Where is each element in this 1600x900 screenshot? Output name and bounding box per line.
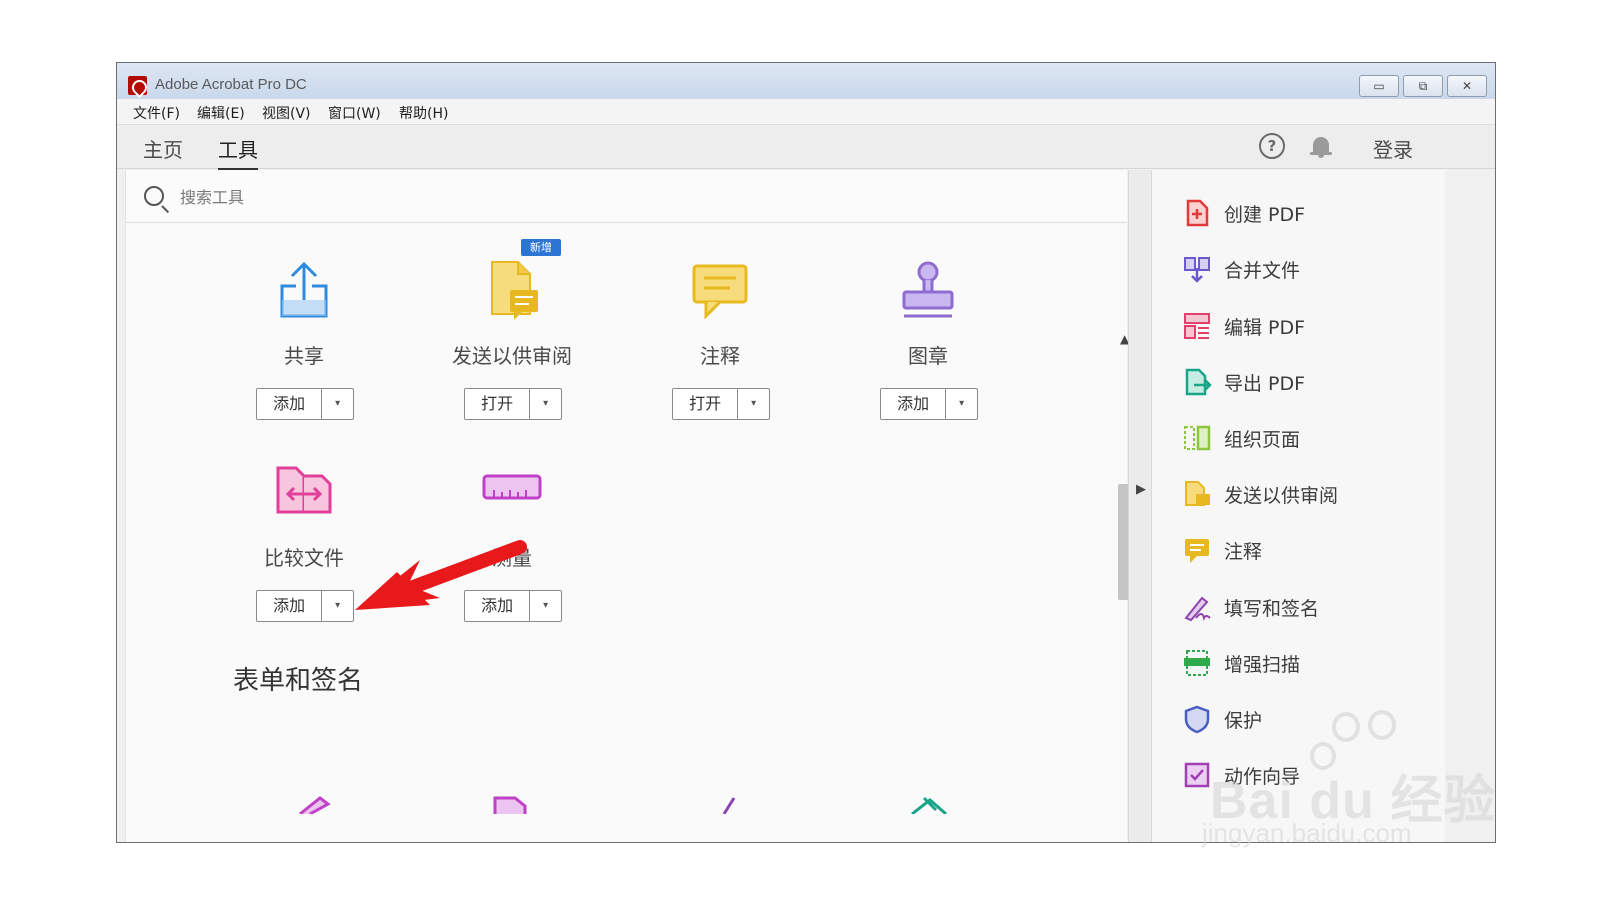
right-item-send-for-review[interactable]: 发送以供审阅 (1182, 477, 1338, 511)
bell-icon[interactable] (1310, 135, 1332, 159)
tool-split-button: 添加 ▾ (256, 590, 354, 622)
edit-pdf-icon (1184, 313, 1210, 339)
chevron-down-icon[interactable]: ▾ (946, 389, 977, 419)
tab-tools[interactable]: 工具 (218, 134, 258, 171)
window-title: Adobe Acrobat Pro DC (155, 76, 307, 93)
acrobat-logo-icon (128, 76, 147, 95)
tool-split-button: 打开 ▾ (672, 388, 770, 420)
send-for-review-icon (1185, 481, 1210, 506)
minimize-button[interactable]: ▭ (1359, 75, 1399, 97)
tools-main-area: 共享 添加 ▾ 发送以供审阅 打开 ▾ 新增 (125, 170, 1134, 842)
open-button[interactable]: 打开 (465, 389, 531, 419)
right-item-create-pdf[interactable]: 创建 PDF (1182, 196, 1305, 230)
right-item-fill-sign[interactable]: 填写和签名 (1182, 590, 1319, 624)
tool-split-button: 添加 ▾ (256, 388, 354, 420)
certificates-icon[interactable] (906, 794, 956, 814)
stamp-icon[interactable] (898, 260, 958, 322)
send-for-review-icon[interactable] (482, 260, 542, 322)
comment-icon[interactable] (690, 260, 750, 322)
menu-edit[interactable]: 编辑(E) (197, 103, 245, 123)
restore-button[interactable]: ⧉ (1403, 75, 1443, 97)
form-document-icon[interactable] (491, 794, 531, 814)
tab-home[interactable]: 主页 (143, 134, 183, 168)
tool-label: 比较文件 (264, 546, 344, 570)
tool-label: 测量 (492, 546, 532, 570)
tool-share: 共享 添加 ▾ (204, 260, 404, 440)
organize-pages-icon (1184, 425, 1211, 451)
right-item-comment[interactable]: 注释 (1182, 533, 1262, 567)
export-pdf-icon (1185, 368, 1212, 396)
right-item-combine-files[interactable]: 合并文件 (1182, 252, 1300, 286)
right-item-label: 编辑 PDF (1224, 316, 1306, 339)
menu-bar: 文件(F) 编辑(E) 视图(V) 窗口(W) 帮助(H) (117, 99, 1495, 125)
help-icon[interactable]: ? (1259, 133, 1285, 159)
right-item-organize-pages[interactable]: 组织页面 (1182, 421, 1300, 455)
chevron-down-icon[interactable]: ▾ (738, 389, 769, 419)
right-item-enhance-scan[interactable]: 增强扫描 (1182, 646, 1300, 680)
enhance-scan-icon (1184, 650, 1210, 676)
right-item-edit-pdf[interactable]: 编辑 PDF (1182, 309, 1305, 343)
add-button[interactable]: 添加 (257, 591, 323, 621)
tool-measure: 测量 添加 ▾ (412, 462, 612, 642)
menu-file[interactable]: 文件(F) (133, 103, 180, 123)
chevron-down-icon[interactable]: ▾ (322, 389, 353, 419)
tool-label: 共享 (284, 344, 324, 368)
tool-send-for-review: 发送以供审阅 打开 ▾ (412, 260, 612, 440)
menu-window[interactable]: 窗口(W) (328, 103, 381, 123)
signature-icon[interactable] (716, 794, 746, 814)
comment-icon (1185, 539, 1209, 563)
baidu-watermark: Bai du 经验 jingyan.baidu.com (1200, 710, 1500, 862)
window-controls: ▭ ⧉ ✕ (1359, 75, 1487, 97)
watermark-url: jingyan.baidu.com (1202, 818, 1412, 848)
right-item-label: 注释 (1224, 540, 1263, 563)
prepare-form-icon[interactable] (296, 794, 336, 814)
paw-logo-icon (1332, 712, 1360, 742)
menu-help[interactable]: 帮助(H) (399, 103, 448, 123)
right-item-label: 导出 PDF (1224, 372, 1306, 395)
tool-split-button: 添加 ▾ (880, 388, 978, 420)
fill-sign-icon (1184, 596, 1211, 622)
search-input[interactable] (180, 184, 580, 210)
tool-compare-files: 比较文件 添加 ▾ (204, 462, 404, 642)
create-pdf-icon (1186, 199, 1209, 227)
title-bar: Adobe Acrobat Pro DC ▭ ⧉ ✕ (117, 63, 1495, 99)
tool-label: 发送以供审阅 (452, 344, 572, 368)
tool-label: 图章 (908, 344, 948, 368)
panel-divider: ▶ (1128, 170, 1152, 842)
tool-split-button: 添加 ▾ (464, 590, 562, 622)
compare-files-icon[interactable] (274, 462, 334, 524)
login-link[interactable]: 登录 (1373, 134, 1413, 163)
menu-view[interactable]: 视图(V) (262, 103, 311, 123)
new-badge: 新增 (521, 239, 561, 256)
collapse-panel-icon[interactable]: ▶ (1136, 482, 1146, 497)
chevron-down-icon[interactable]: ▾ (530, 389, 561, 419)
right-item-label: 合并文件 (1224, 259, 1301, 282)
tool-stamp: 图章 添加 ▾ (828, 260, 1028, 440)
right-item-label: 增强扫描 (1224, 653, 1301, 676)
right-item-export-pdf[interactable]: 导出 PDF (1182, 365, 1305, 399)
add-button[interactable]: 添加 (465, 591, 531, 621)
right-item-label: 组织页面 (1224, 428, 1301, 451)
tool-comment: 注释 打开 ▾ (620, 260, 820, 440)
search-icon (144, 186, 164, 206)
tab-bar: 主页 工具 ? 登录 (117, 125, 1495, 171)
add-button[interactable]: 添加 (257, 389, 323, 419)
chevron-down-icon[interactable]: ▾ (530, 591, 561, 621)
right-item-label: 填写和签名 (1224, 597, 1320, 620)
right-item-label: 创建 PDF (1224, 203, 1306, 226)
search-bar (126, 170, 1127, 223)
section-title-forms-signatures: 表单和签名 (233, 666, 364, 696)
combine-files-icon (1184, 257, 1210, 283)
open-button[interactable]: 打开 (673, 389, 739, 419)
tool-split-button: 打开 ▾ (464, 388, 562, 420)
chevron-down-icon[interactable]: ▾ (322, 591, 353, 621)
right-item-label: 发送以供审阅 (1224, 484, 1339, 507)
measure-icon[interactable] (482, 462, 542, 524)
share-icon[interactable] (274, 260, 334, 322)
add-button[interactable]: 添加 (881, 389, 947, 419)
close-button[interactable]: ✕ (1447, 75, 1487, 97)
tool-label: 注释 (700, 344, 740, 368)
